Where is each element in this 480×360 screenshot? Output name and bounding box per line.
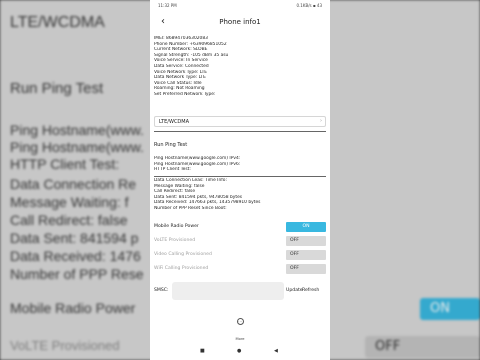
toggle-label: VoLTE Provisioned [154,238,196,243]
toggle-row-video-calling: Video Calling Provisioned OFF [154,250,326,260]
info-line: Set Preferred Network Type: [154,91,216,97]
toggle-state: OFF [290,266,299,271]
toggle-row-mobile-radio: Mobile Radio Power ON [154,222,326,232]
more-label: More [235,337,245,341]
connection-stats: Data Connection Leas: Time Info: Message… [154,178,326,212]
video-calling-toggle[interactable]: OFF [286,250,326,260]
status-indicators: 0.1KB/s ▪ 43 [296,3,322,8]
divider [154,176,326,177]
system-navbar: ■ ● ◀ [150,344,330,360]
divider [154,131,326,132]
back-icon[interactable]: ◀ [274,348,278,354]
app-bar: ‹ Phone info1 [150,12,330,34]
preferred-network-value: LTE/WCDMA [159,119,190,125]
stat-line: Number of PPP Reset Since Boot: [154,205,227,211]
recents-icon[interactable]: ■ [200,348,205,354]
chevron-right-icon: › [320,118,322,124]
toggle-state: ON [302,224,310,229]
toggle-row-volte: VoLTE Provisioned OFF [154,236,326,246]
mobile-radio-power-toggle[interactable]: ON [286,222,326,232]
run-ping-test-button[interactable]: Run Ping Test [154,142,187,148]
toggle-row-wifi-calling: WiFi Calling Provisioned OFF [154,264,326,274]
refresh-button[interactable]: Refresh [302,288,319,293]
toggle-state: OFF [290,252,299,257]
update-button[interactable]: Update [286,288,303,293]
more-button[interactable]: ⋯ More [230,318,250,341]
smsc-input[interactable] [172,282,284,300]
toggle-label: Video Calling Provisioned [154,252,212,257]
page-title: Phone info1 [219,18,261,26]
ping-results: Ping Hostname(www.google.com) IPv4: Ping… [154,156,326,173]
home-icon[interactable]: ● [237,348,241,354]
status-time: 11:32 PM [158,3,177,8]
toggle-state: OFF [290,238,299,243]
more-icon: ⋯ [236,318,244,325]
toggle-label: Mobile Radio Power [154,224,199,229]
smsc-label: SMSC: [154,288,169,293]
ping-line: HTTP Client Test: [154,167,191,173]
wifi-calling-toggle[interactable]: OFF [286,264,326,274]
volte-provisioned-toggle[interactable]: OFF [286,236,326,246]
toggle-label: WiFi Calling Provisioned [154,266,209,271]
status-bar: 11:32 PM 0.1KB/s ▪ 43 [150,0,330,11]
phone-info-list: IMEI: 868947036302083 Phone Number: +639… [154,36,326,98]
preferred-network-select[interactable]: LTE/WCDMA › [154,116,326,127]
phone-screen: 11:32 PM 0.1KB/s ▪ 43 ‹ Phone info1 IMEI… [150,0,330,360]
